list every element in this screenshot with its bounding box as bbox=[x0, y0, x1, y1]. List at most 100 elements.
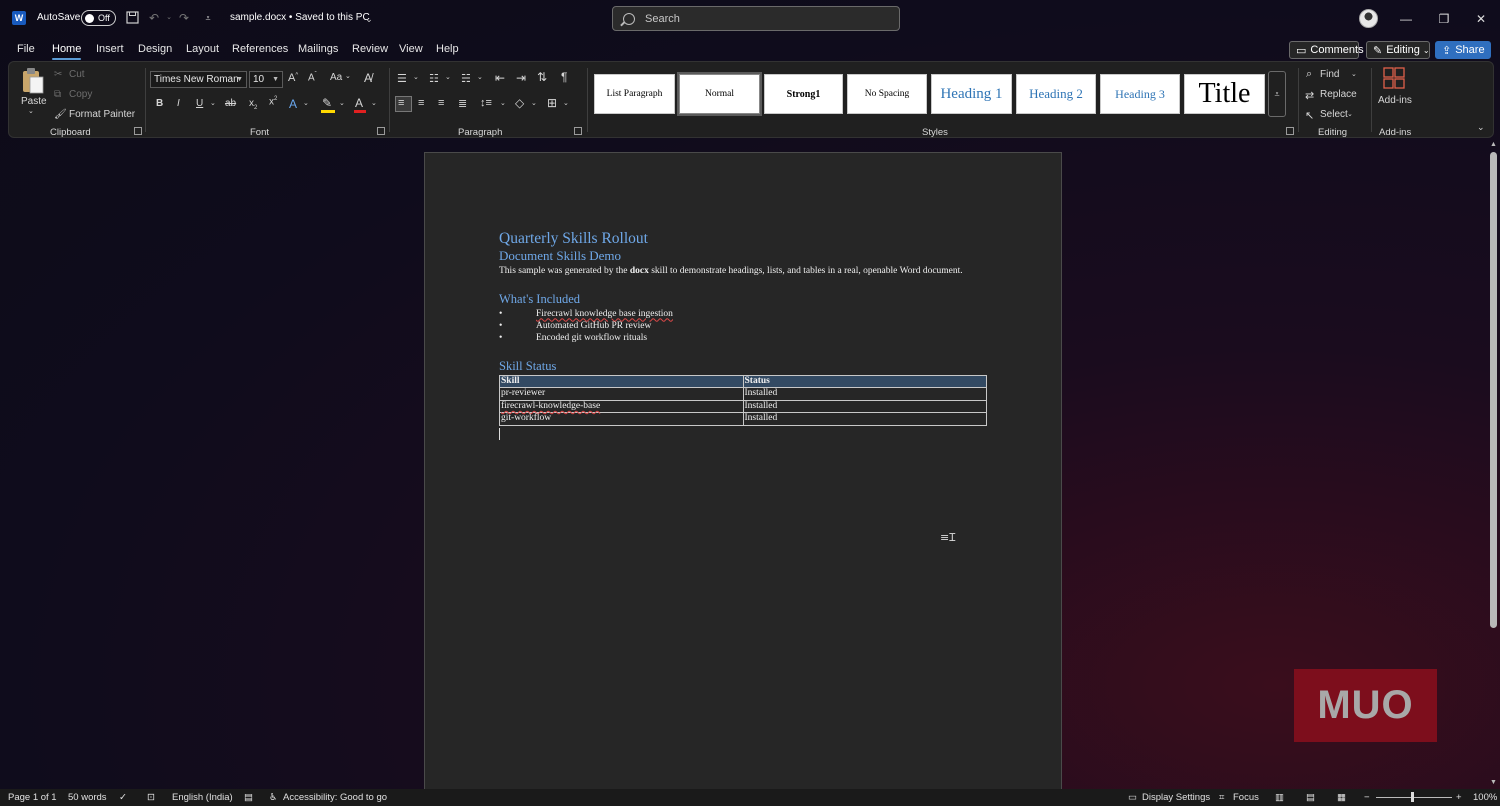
strikethrough-icon[interactable]: ab bbox=[225, 98, 236, 109]
zoom-in-icon[interactable]: + bbox=[1456, 792, 1462, 803]
tab-review[interactable]: Review bbox=[352, 43, 388, 55]
chevron-down-icon[interactable]: ⌄ bbox=[345, 72, 351, 80]
document-body[interactable]: Quarterly Skills Rollout Document Skills… bbox=[499, 229, 989, 440]
borders-icon[interactable]: ⊞ bbox=[547, 96, 557, 110]
redo-icon[interactable]: ↷ bbox=[177, 11, 191, 25]
scroll-up-icon[interactable]: ▲ bbox=[1489, 141, 1498, 148]
grow-font-icon[interactable]: A^ bbox=[288, 72, 298, 84]
share-button[interactable]: ⇪ Share bbox=[1435, 41, 1491, 59]
print-layout-icon[interactable]: ▤ bbox=[1306, 792, 1315, 803]
minimize-icon[interactable]: — bbox=[1396, 9, 1416, 29]
tab-file[interactable]: File bbox=[17, 43, 35, 55]
font-size-field[interactable]: 10 ▼ bbox=[249, 71, 283, 88]
undo-dropdown-icon[interactable]: ⌄ bbox=[162, 11, 176, 25]
restore-icon[interactable]: ❐ bbox=[1434, 9, 1454, 29]
style-list-paragraph[interactable]: List Paragraph bbox=[594, 74, 675, 114]
document-title[interactable]: sample.docx • Saved to this PC bbox=[230, 12, 370, 23]
styles-more-icon[interactable]: ⩡ bbox=[1268, 71, 1286, 117]
clear-formatting-icon[interactable]: A̸ bbox=[364, 71, 372, 85]
tab-references[interactable]: References bbox=[232, 43, 288, 55]
addins-button[interactable]: Add-ins bbox=[1378, 95, 1412, 106]
addins-icon[interactable] bbox=[1383, 67, 1405, 89]
chevron-down-icon[interactable]: ⌄ bbox=[303, 99, 309, 107]
style-title[interactable]: Title bbox=[1184, 74, 1265, 114]
increase-indent-icon[interactable]: ⇥ bbox=[516, 71, 526, 85]
style-no-spacing[interactable]: No Spacing bbox=[847, 74, 927, 114]
accessibility-report-icon[interactable]: ▤ bbox=[244, 792, 253, 803]
collapse-ribbon-icon[interactable]: ⌄ bbox=[1477, 122, 1485, 133]
decrease-indent-icon[interactable]: ⇤ bbox=[495, 71, 505, 85]
subscript-icon[interactable]: x2 bbox=[249, 98, 257, 111]
chevron-down-icon[interactable]: ⌄ bbox=[1347, 110, 1353, 118]
line-spacing-icon[interactable]: ↕≡ bbox=[480, 97, 492, 109]
tab-mailings[interactable]: Mailings bbox=[298, 43, 338, 55]
tab-help[interactable]: Help bbox=[436, 43, 459, 55]
multilevel-list-icon[interactable]: ☵ bbox=[461, 72, 471, 85]
tab-view[interactable]: View bbox=[399, 43, 423, 55]
chevron-down-icon[interactable]: ⌄ bbox=[413, 73, 419, 81]
chevron-down-icon[interactable]: ⌄ bbox=[500, 99, 506, 107]
format-painter-icon[interactable]: 🖌 bbox=[54, 109, 67, 120]
style-heading-3[interactable]: Heading 3 bbox=[1100, 74, 1180, 114]
close-icon[interactable]: ✕ bbox=[1471, 9, 1491, 29]
document-page[interactable]: Quarterly Skills Rollout Document Skills… bbox=[424, 152, 1062, 806]
avatar[interactable] bbox=[1359, 9, 1378, 28]
scroll-down-icon[interactable]: ▼ bbox=[1489, 779, 1498, 786]
scrollbar-thumb[interactable] bbox=[1490, 152, 1497, 628]
superscript-icon[interactable]: x2 bbox=[269, 96, 277, 107]
tab-layout[interactable]: Layout bbox=[186, 43, 219, 55]
chevron-down-icon[interactable]: ⌄ bbox=[1351, 70, 1357, 78]
accessibility-status[interactable]: Accessibility: Good to go bbox=[283, 792, 387, 803]
styles-launcher-icon[interactable] bbox=[1286, 127, 1294, 135]
paste-button[interactable]: Paste bbox=[21, 96, 47, 107]
chevron-down-icon[interactable]: ⌄ bbox=[477, 73, 483, 81]
comments-button[interactable]: ▭ Comments bbox=[1289, 41, 1364, 59]
proofing-icon[interactable]: ✓ bbox=[119, 792, 127, 803]
paste-dropdown-icon[interactable]: ⌄ bbox=[28, 107, 34, 115]
chevron-down-icon[interactable]: ⌄ bbox=[210, 99, 216, 107]
text-predictions-icon[interactable]: ⊡ bbox=[147, 792, 155, 803]
style-heading-2[interactable]: Heading 2 bbox=[1016, 74, 1096, 114]
search-input[interactable]: Search bbox=[612, 6, 900, 31]
numbering-icon[interactable]: ☷ bbox=[429, 72, 439, 85]
bold-button[interactable]: B bbox=[156, 98, 163, 109]
bullets-icon[interactable]: ☰ bbox=[397, 72, 407, 85]
zoom-slider[interactable] bbox=[1376, 797, 1452, 798]
sort-icon[interactable]: ⇅ bbox=[537, 70, 547, 84]
display-settings-button[interactable]: Display Settings bbox=[1142, 792, 1210, 803]
highlight-icon[interactable]: ✎ bbox=[322, 96, 332, 110]
clipboard-launcher-icon[interactable] bbox=[134, 127, 142, 135]
align-center-icon[interactable]: ≡ bbox=[418, 97, 424, 109]
chevron-down-icon[interactable]: ⌄ bbox=[339, 99, 345, 107]
zoom-slider-thumb[interactable] bbox=[1411, 792, 1414, 802]
italic-button[interactable]: I bbox=[177, 98, 180, 109]
select-button[interactable]: Select bbox=[1320, 109, 1348, 120]
tab-home[interactable]: Home bbox=[52, 43, 82, 60]
shading-icon[interactable]: ◇ bbox=[515, 96, 524, 110]
underline-button[interactable]: U bbox=[196, 98, 203, 109]
align-right-icon[interactable]: ≡ bbox=[438, 97, 444, 109]
format-painter-button[interactable]: Format Painter bbox=[69, 109, 135, 120]
chevron-down-icon[interactable]: ⌄ bbox=[362, 12, 376, 26]
shrink-font-icon[interactable]: Aˇ bbox=[308, 72, 317, 83]
find-button[interactable]: Find bbox=[1320, 69, 1339, 80]
font-name-field[interactable]: Times New Roman ▼ bbox=[150, 71, 247, 88]
chevron-down-icon[interactable]: ⌄ bbox=[371, 99, 377, 107]
paste-icon[interactable] bbox=[21, 67, 45, 95]
chevron-down-icon[interactable]: ⌄ bbox=[563, 99, 569, 107]
text-effects-icon[interactable]: A bbox=[289, 97, 297, 111]
zoom-level[interactable]: 100% bbox=[1473, 792, 1497, 803]
font-launcher-icon[interactable] bbox=[377, 127, 385, 135]
autosave-toggle[interactable]: Off bbox=[81, 10, 116, 26]
paragraph-launcher-icon[interactable] bbox=[574, 127, 582, 135]
chevron-down-icon[interactable]: ⌄ bbox=[445, 73, 451, 81]
customize-toolbar-icon[interactable]: ⩡ bbox=[201, 11, 215, 25]
show-formatting-icon[interactable]: ¶ bbox=[561, 70, 567, 84]
zoom-out-icon[interactable]: − bbox=[1364, 792, 1370, 803]
style-heading-1[interactable]: Heading 1 bbox=[931, 74, 1012, 114]
style-normal[interactable]: Normal bbox=[677, 72, 762, 116]
justify-icon[interactable]: ≣ bbox=[458, 97, 467, 110]
focus-button[interactable]: Focus bbox=[1233, 792, 1259, 803]
language-indicator[interactable]: English (India) bbox=[172, 792, 233, 803]
style-strong[interactable]: Strong1 bbox=[764, 74, 843, 114]
